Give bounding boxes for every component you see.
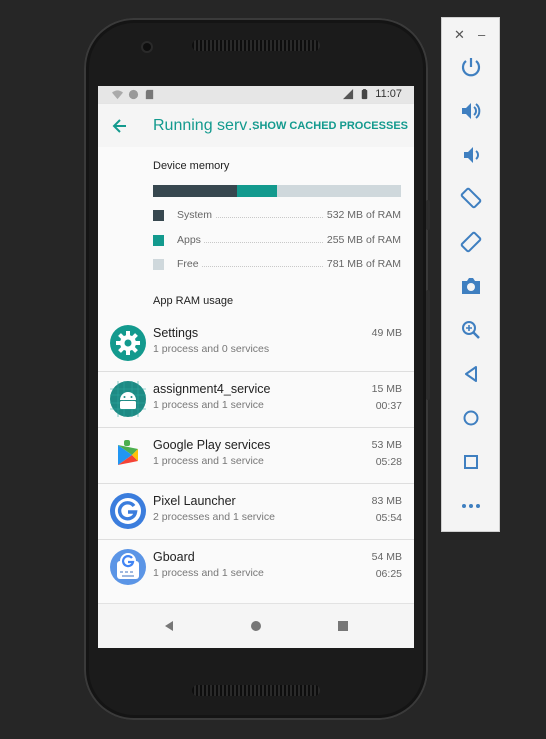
settings-gear-icon <box>110 325 146 361</box>
back-arrow-icon[interactable] <box>110 116 130 136</box>
app-bar: Running serv… SHOW CACHED PROCESSES <box>98 104 414 147</box>
app-name: Settings <box>153 326 199 340</box>
list-item[interactable]: Pixel Launcher 2 processes and 1 service… <box>98 483 414 539</box>
app-list: Settings 1 process and 0 services 49 MB … <box>98 316 414 595</box>
nav-overview-icon[interactable] <box>334 617 352 635</box>
app-memory-size: 53 MB <box>371 439 402 451</box>
back-icon[interactable] <box>459 362 483 386</box>
app-process-info: 1 process and 1 service <box>153 567 264 579</box>
memory-value-apps: 255 MB of RAM <box>323 234 401 246</box>
emulator-toolbar: ✕ – <box>441 17 500 532</box>
home-icon[interactable] <box>459 406 483 430</box>
app-name: Google Play services <box>153 438 271 452</box>
list-item[interactable]: Settings 1 process and 0 services 49 MB <box>98 316 414 371</box>
rotate-right-icon[interactable] <box>459 230 483 254</box>
legend-swatch-free <box>153 259 164 270</box>
top-speaker <box>192 40 320 51</box>
app-memory-size: 49 MB <box>371 327 402 339</box>
navigation-bar <box>98 603 414 648</box>
memory-bar-apps <box>237 185 277 197</box>
app-name: Pixel Launcher <box>153 494 236 508</box>
device-memory-heading: Device memory <box>153 160 230 172</box>
memory-row-apps: Apps 255 MB of RAM <box>153 234 401 246</box>
app-process-info: 1 process and 0 services <box>153 343 270 355</box>
memory-row-free: Free 781 MB of RAM <box>153 258 401 270</box>
gboard-icon <box>110 549 146 585</box>
memory-value-system: 532 MB of RAM <box>323 209 401 221</box>
nav-back-icon[interactable] <box>160 617 178 635</box>
wifi-icon <box>112 90 123 100</box>
app-uptime: 05:28 <box>375 456 402 468</box>
overview-icon[interactable] <box>459 450 483 474</box>
signal-icon <box>343 88 354 99</box>
sync-icon <box>128 89 139 100</box>
page-title: Running serv… <box>153 117 255 134</box>
app-uptime: 06:25 <box>375 568 402 580</box>
google-g-icon <box>110 493 146 529</box>
list-item[interactable]: assignment4_service 1 process and 1 serv… <box>98 371 414 427</box>
app-name: Gboard <box>153 550 195 564</box>
minimize-button[interactable]: – <box>478 27 485 42</box>
legend-swatch-system <box>153 210 164 221</box>
list-item[interactable]: Google Play services 1 process and 1 ser… <box>98 427 414 483</box>
running-services-content[interactable]: Device memory System 532 MB of RAM Apps … <box>98 147 414 604</box>
app-memory-size: 15 MB <box>371 383 402 395</box>
memory-label-system: System <box>177 209 216 221</box>
volume-up-icon[interactable] <box>459 99 483 123</box>
app-process-info: 1 process and 1 service <box>153 399 264 411</box>
zoom-icon[interactable] <box>459 318 483 342</box>
play-services-puzzle-icon <box>118 440 138 465</box>
memory-bar-free <box>276 185 401 197</box>
legend-swatch-apps <box>153 235 164 246</box>
screenshot-icon[interactable] <box>459 274 483 298</box>
memory-value-free: 781 MB of RAM <box>323 258 401 270</box>
status-bar: 11:07 <box>98 86 414 104</box>
app-uptime: 05:54 <box>375 512 402 524</box>
app-uptime: 00:37 <box>375 400 402 412</box>
volume-side-button <box>426 290 430 400</box>
app-ram-usage-heading: App RAM usage <box>153 295 234 307</box>
sd-card-icon <box>145 89 154 100</box>
memory-row-system: System 532 MB of RAM <box>153 209 401 221</box>
nav-home-icon[interactable] <box>247 617 265 635</box>
front-camera <box>143 43 151 51</box>
memory-bar-system <box>153 185 238 197</box>
more-icon[interactable] <box>459 494 483 518</box>
power-icon[interactable] <box>459 55 483 79</box>
memory-label-free: Free <box>177 258 202 270</box>
list-item[interactable]: Gboard 1 process and 1 service 54 MB 06:… <box>98 539 414 595</box>
rotate-left-icon[interactable] <box>459 186 483 210</box>
battery-icon <box>362 88 368 99</box>
show-cached-processes-button[interactable]: SHOW CACHED PROCESSES <box>252 120 408 132</box>
bottom-speaker <box>192 685 320 696</box>
app-name: assignment4_service <box>153 382 271 396</box>
app-process-info: 1 process and 1 service <box>153 455 264 467</box>
volume-down-icon[interactable] <box>459 143 483 167</box>
app-memory-size: 54 MB <box>371 551 402 563</box>
device-screen: 11:07 Running serv… SHOW CACHED PROCESSE… <box>98 86 414 648</box>
android-robot-icon <box>110 381 146 417</box>
app-memory-size: 83 MB <box>371 495 402 507</box>
power-side-button <box>426 200 430 230</box>
memory-label-apps: Apps <box>177 234 204 246</box>
app-process-info: 2 processes and 1 service <box>153 511 275 523</box>
memory-usage-bar <box>153 185 401 197</box>
close-button[interactable]: ✕ <box>454 27 465 43</box>
status-time: 11:07 <box>375 88 402 100</box>
